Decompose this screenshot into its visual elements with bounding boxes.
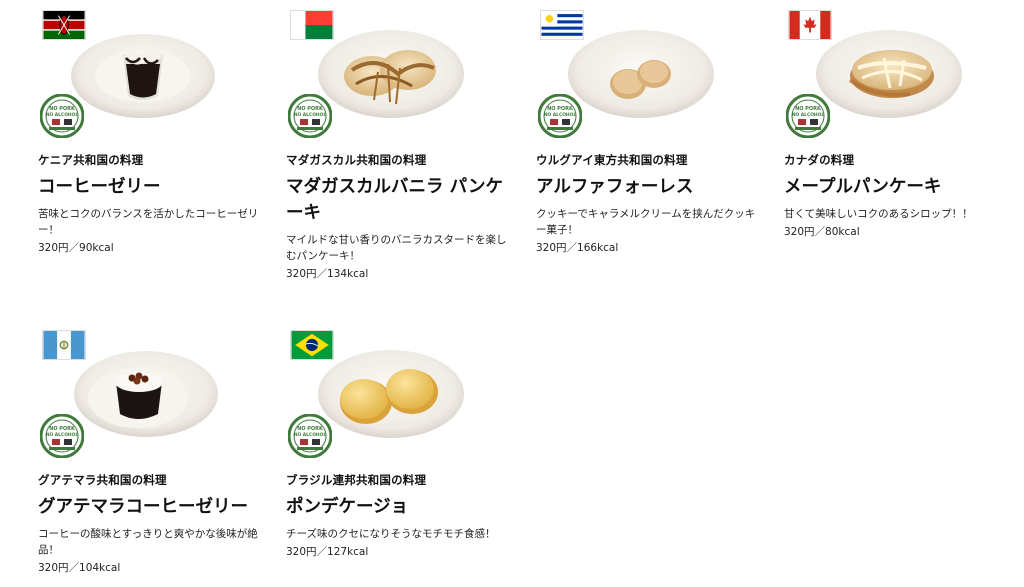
food-photo: NO PORK NO ALCOHOL (784, 10, 1014, 150)
no-pork-no-alcohol-badge-icon: NO PORK NO ALCOHOL (288, 414, 332, 458)
svg-text:NO PORK: NO PORK (297, 426, 324, 432)
food-photo: NO PORK NO ALCOHOL (38, 330, 268, 470)
no-pork-no-alcohol-badge-icon: NO PORK NO ALCOHOL (40, 414, 84, 458)
maple-pancake-plate (816, 30, 962, 118)
menu-card-kenya[interactable]: NO PORK NO ALCOHOL ケニア共和国の料理 コーヒーゼリー 苦味と… (38, 10, 268, 254)
svg-text:NO ALCOHOL: NO ALCOHOL (544, 112, 576, 118)
menu-card-uruguay[interactable]: NO PORK NO ALCOHOL ウルグアイ東方共和国の料理 アルファフォー… (536, 10, 766, 254)
svg-text:NO PORK: NO PORK (547, 106, 574, 112)
dish-name[interactable]: グアテマラコーヒーゼリー (38, 494, 263, 520)
price-calories: 320円／166kcal (536, 242, 619, 254)
dish-name[interactable]: コーヒーゼリー (38, 174, 263, 200)
menu-card-madagascar[interactable]: NO PORK NO ALCOHOL マダガスカル共和国の料理 マダガスカルバニ… (286, 10, 516, 280)
svg-text:NO ALCOHOL: NO ALCOHOL (294, 432, 326, 438)
pao-de-queijo-plate (318, 350, 464, 438)
price-calories: 320円／80kcal (784, 226, 860, 238)
price-calories: 320円／127kcal (286, 546, 369, 558)
price-calories: 320円／134kcal (286, 268, 369, 280)
price-calories: 320円／104kcal (38, 562, 121, 574)
country-label: ウルグアイ東方共和国の料理 (536, 153, 688, 167)
dish-name[interactable]: メープルパンケーキ (784, 174, 1009, 200)
country-label: グアテマラ共和国の料理 (38, 473, 167, 487)
country-label: カナダの料理 (784, 153, 855, 167)
dish-name[interactable]: ポンデケージョ (286, 494, 511, 520)
dish-description: マイルドな甘い香りのバニラカスタードを楽しむパンケーキ！ (286, 234, 507, 262)
svg-text:NO PORK: NO PORK (795, 106, 822, 112)
coffee-jelly-plate (71, 34, 215, 118)
country-label: ブラジル連邦共和国の料理 (286, 473, 427, 487)
dish-name[interactable]: マダガスカルバニラ パンケーキ (286, 174, 511, 226)
no-pork-no-alcohol-badge-icon: NO PORK NO ALCOHOL (538, 94, 582, 138)
alfajores-plate (568, 30, 714, 118)
menu-card-brazil[interactable]: NO PORK NO ALCOHOL ブラジル連邦共和国の料理 ポンデケージョ … (286, 330, 516, 558)
vanilla-pancake-plate (318, 30, 464, 118)
country-label: ケニア共和国の料理 (38, 153, 144, 167)
food-photo: NO PORK NO ALCOHOL (286, 10, 516, 150)
country-label: マダガスカル共和国の料理 (286, 153, 427, 167)
food-photo: NO PORK NO ALCOHOL (286, 330, 516, 470)
dish-description: コーヒーの酸味とすっきりと爽やかな後味が絶品！ (38, 528, 258, 556)
svg-text:NO PORK: NO PORK (297, 106, 324, 112)
dish-description: クッキーでキャラメルクリームを挟んだクッキー菓子！ (536, 208, 756, 236)
food-photo: NO PORK NO ALCOHOL (536, 10, 766, 150)
menu-card-guatemala[interactable]: NO PORK NO ALCOHOL グアテマラ共和国の料理 グアテマラコーヒー… (38, 330, 268, 574)
guatemala-coffee-jelly-plate (74, 351, 218, 437)
svg-text:NO ALCOHOL: NO ALCOHOL (46, 112, 78, 118)
no-pork-no-alcohol-badge-icon: NO PORK NO ALCOHOL (288, 94, 332, 138)
food-photo: NO PORK NO ALCOHOL (38, 10, 268, 150)
svg-text:NO PORK: NO PORK (49, 426, 76, 432)
no-pork-no-alcohol-badge-icon: NO PORK NO ALCOHOL (786, 94, 830, 138)
svg-text:NO PORK: NO PORK (49, 106, 76, 112)
dish-description: チーズ味のクセになりそうなモチモチ食感！ (286, 528, 496, 540)
dish-description: 苦味とコクのバランスを活かしたコーヒーゼリー！ (38, 208, 259, 236)
svg-text:NO ALCOHOL: NO ALCOHOL (46, 432, 78, 438)
svg-text:NO ALCOHOL: NO ALCOHOL (294, 112, 326, 118)
price-calories: 320円／90kcal (38, 242, 114, 254)
dish-name[interactable]: アルファフォーレス (536, 174, 761, 200)
no-pork-no-alcohol-badge-icon: NO PORK NO ALCOHOL (40, 94, 84, 138)
svg-text:NO ALCOHOL: NO ALCOHOL (792, 112, 824, 118)
menu-card-canada[interactable]: NO PORK NO ALCOHOL カナダの料理 メープルパンケーキ 甘くて美… (784, 10, 1014, 238)
dish-description: 甘くて美味しいコクのあるシロップ！！ (784, 208, 973, 220)
